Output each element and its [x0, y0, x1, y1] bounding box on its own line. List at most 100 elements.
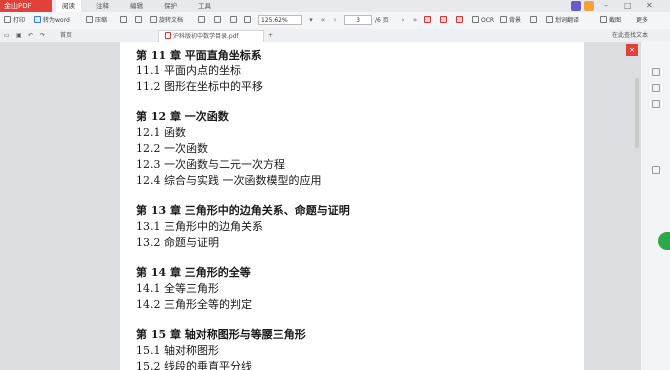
chapter-heading: 第 15 章 轴对称图形与等腰三角形	[136, 328, 306, 341]
section-item: 11.2 图形在坐标中的平移	[136, 80, 263, 93]
document-margin-left	[0, 42, 120, 370]
menu-tools[interactable]: 工具	[198, 0, 211, 12]
tab-document[interactable]: 沪科版初中数学目录.pdf	[158, 30, 264, 42]
convert-word-button[interactable]: 转为word	[34, 12, 70, 29]
section-item: 12.2 一次函数	[136, 142, 208, 155]
section-item: 15.2 线段的垂直平分线	[136, 360, 252, 370]
menu-edit[interactable]: 编辑	[130, 0, 143, 12]
chapter-heading: 第 13 章 三角形中的边角关系、命题与证明	[136, 204, 350, 217]
ocr-button[interactable]: OCR	[472, 12, 494, 29]
zoom-out-icon	[230, 16, 237, 23]
save-icon[interactable]: ▣	[16, 30, 22, 42]
user-avatar-icon[interactable]	[571, 1, 581, 11]
section-item: 13.2 命题与证明	[136, 236, 219, 249]
last-page-icon[interactable]: »	[410, 15, 420, 25]
tab-home[interactable]: 首页	[60, 30, 72, 42]
printer-icon	[4, 16, 11, 23]
fit-width-button[interactable]	[198, 12, 207, 29]
hand-tool-button[interactable]	[120, 12, 129, 29]
search-text-label: 在此查找文本	[612, 32, 649, 39]
single-page-icon	[424, 16, 431, 23]
thumbnail-icon[interactable]	[652, 68, 660, 76]
new-tab-button[interactable]: +	[268, 30, 273, 42]
background-icon	[500, 16, 507, 23]
prev-page-icon[interactable]: ‹	[330, 15, 340, 25]
settings-icon[interactable]	[652, 166, 660, 174]
folder-icon[interactable]: ▭	[4, 30, 10, 42]
pdf-icon	[165, 32, 171, 39]
menu-annotate[interactable]: 注释	[96, 0, 109, 12]
select-tool-button[interactable]	[135, 12, 144, 29]
background-button[interactable]: 背景	[500, 12, 521, 29]
translate-button[interactable]: 划词翻译	[546, 12, 579, 29]
fit-page-icon	[214, 16, 221, 23]
background-label: 背景	[509, 17, 522, 24]
section-item: 11.1 平面内点的坐标	[136, 64, 241, 77]
section-item: 15.1 轴对称图形	[136, 344, 219, 357]
tab-bar: ▭ ▣ ↶ ↷ 首页 沪科版初中数学目录.pdf + 在此查找文本	[0, 29, 670, 43]
translate-label: 划词翻译	[555, 17, 580, 24]
print-label: 打印	[13, 17, 26, 24]
chapter-heading: 第 14 章 三角形的全等	[136, 266, 251, 279]
next-page-icon[interactable]: ›	[398, 15, 408, 25]
rotate-button[interactable]: 旋转文档	[150, 12, 183, 29]
section-item: 12.3 一次函数与二元一次方程	[136, 158, 285, 171]
speaker-icon	[530, 16, 537, 23]
hand-icon	[120, 16, 127, 23]
zoom-out-button[interactable]	[230, 12, 239, 29]
word-icon	[34, 16, 41, 23]
print-button[interactable]: 打印	[4, 12, 25, 29]
zoom-dropdown-icon[interactable]: ▾	[306, 15, 316, 25]
rotate-icon	[150, 16, 157, 23]
app-brand-button[interactable]: 金山PDF	[0, 0, 52, 12]
assistant-float-icon[interactable]	[658, 232, 670, 250]
zoom-select[interactable]: 125.62%	[258, 15, 302, 25]
chapter-heading: 第 12 章 一次函数	[136, 110, 229, 123]
first-page-icon[interactable]: «	[318, 15, 328, 25]
continuous-icon	[456, 16, 463, 23]
vip-icon[interactable]	[584, 1, 594, 11]
screenshot-label: 截图	[609, 17, 622, 24]
comment-icon[interactable]	[652, 100, 660, 108]
pdf-page[interactable]: 第 11 章 平面直角坐标系 11.1 平面内点的坐标 11.2 图形在坐标中的平移…	[120, 42, 584, 370]
menu-read[interactable]: 阅读	[56, 0, 81, 12]
section-item: 14.1 全等三角形	[136, 282, 219, 295]
section-item: 12.1 函数	[136, 126, 186, 139]
convert-word-label: 转为word	[43, 17, 70, 24]
collapse-icon[interactable]: ×	[626, 44, 638, 56]
section-item: 12.4 综合与实践 一次函数模型的应用	[136, 174, 322, 187]
continuous-button[interactable]	[456, 12, 465, 29]
tts-button[interactable]	[530, 12, 539, 29]
fit-width-icon	[198, 16, 205, 23]
section-item: 14.2 三角形全等的判定	[136, 298, 252, 311]
chapter-heading: 第 11 章 平面直角坐标系	[136, 49, 262, 62]
double-page-button[interactable]	[440, 12, 449, 29]
maximize-icon[interactable]: □	[624, 1, 632, 11]
minimize-icon[interactable]: –	[604, 1, 608, 11]
zoom-in-button[interactable]	[244, 12, 253, 29]
tab-document-label: 沪科版初中数学目录.pdf	[173, 33, 239, 40]
bookmark-icon[interactable]	[652, 84, 660, 92]
page-number-input[interactable]: 3	[344, 15, 372, 25]
double-page-icon	[440, 16, 447, 23]
ocr-icon	[472, 16, 479, 23]
fit-page-button[interactable]	[214, 12, 223, 29]
document-margin-right	[584, 42, 640, 370]
cursor-icon	[135, 16, 142, 23]
redo-icon[interactable]: ↷	[40, 30, 45, 42]
more-button[interactable]: 更多	[636, 12, 648, 29]
close-icon[interactable]: ✕	[646, 1, 653, 11]
compress-label: 压缩	[95, 17, 108, 24]
search-text-input[interactable]: 在此查找文本	[612, 30, 648, 42]
view-mode-button[interactable]	[424, 12, 433, 29]
scrollbar[interactable]	[635, 78, 639, 148]
menu-protect[interactable]: 保护	[164, 0, 177, 12]
more-label: 更多	[636, 17, 649, 24]
toolbar: 打印 转为word 压缩 旋转文档 125.62% ▾ « ‹ 3 /6 页 ›…	[0, 12, 670, 30]
compress-button[interactable]: 压缩	[86, 12, 107, 29]
undo-icon[interactable]: ↶	[28, 30, 33, 42]
menu-bar: 金山PDF 阅读 注释 编辑 保护 工具 – □ ✕	[0, 0, 670, 12]
screenshot-button[interactable]: 截图	[600, 12, 621, 29]
right-sidebar	[640, 42, 670, 370]
rotate-label: 旋转文档	[159, 17, 184, 24]
